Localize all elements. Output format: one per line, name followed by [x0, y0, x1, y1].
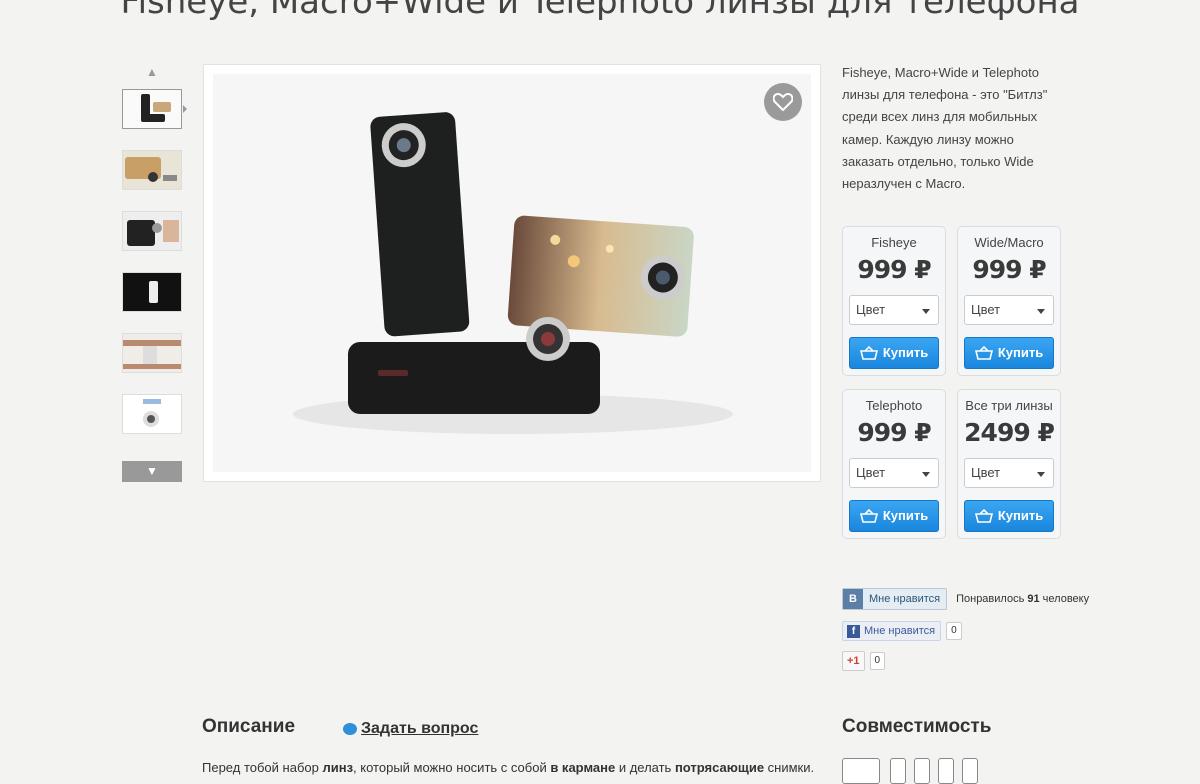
product-description: Fisheye, Macro+Wide и Telephoto линзы дл…	[842, 65, 1048, 192]
product-price: 999 ₽	[857, 255, 931, 284]
thumbnail-image	[123, 334, 181, 372]
thumbnail[interactable]	[122, 394, 182, 434]
color-select[interactable]: Цвет	[964, 295, 1054, 325]
color-select[interactable]: Цвет	[849, 458, 939, 488]
facebook-icon: f	[847, 624, 860, 638]
product-price: 999 ₽	[857, 418, 931, 447]
buy-button-label: Купить	[882, 508, 929, 523]
product-card-fisheye: Fisheye 999 ₽ Цвет Купить	[842, 226, 946, 376]
thumbs-down-arrow[interactable]: ▼	[122, 461, 182, 482]
thumbs-up-arrow[interactable]: ▲	[146, 66, 158, 78]
product-card-wide-macro: Wide/Macro 999 ₽ Цвет Купить	[957, 226, 1061, 376]
product-price: 2499 ₽	[964, 418, 1055, 447]
vk-like-count: Понравилось 91 человеку	[956, 593, 1090, 605]
ask-question-label: Задать вопрос	[361, 720, 479, 737]
facebook-like-count: 0	[946, 622, 962, 640]
product-name: Telephoto	[865, 398, 923, 413]
product-card-telephoto: Telephoto 999 ₽ Цвет Купить	[842, 389, 946, 539]
thumbnail-image	[123, 395, 181, 433]
iphone-icon	[914, 758, 930, 784]
page-title: Fisheye, Macro+Wide и Telephoto линзы дл…	[120, 0, 1080, 22]
product-photo-image	[213, 74, 811, 472]
buy-button[interactable]: Купить	[849, 337, 939, 369]
ipad-icon	[842, 758, 880, 784]
chat-bubble-icon	[343, 723, 357, 735]
vk-like-button[interactable]: B Мне нравится	[842, 588, 948, 610]
basket-icon	[859, 509, 878, 523]
thumbnail-image	[123, 151, 181, 189]
google-plus-count: 0	[869, 652, 886, 670]
google-plus-button[interactable]: +1	[842, 651, 865, 671]
thumbnail[interactable]	[122, 272, 182, 312]
product-name: Fisheye	[871, 235, 917, 250]
product-name: Wide/Macro	[974, 235, 1044, 250]
iphone-icon	[890, 758, 906, 784]
description-body-text: Перед тобой набор линз, который можно но…	[202, 760, 815, 775]
buy-button-label: Купить	[997, 345, 1044, 360]
chevron-down-icon	[922, 472, 930, 477]
iphone-icon	[962, 758, 978, 784]
color-select-value: Цвет	[856, 302, 886, 317]
product-name: Все три линзы	[965, 398, 1053, 413]
buy-button-label: Купить	[997, 508, 1044, 523]
color-select-value: Цвет	[971, 465, 1001, 480]
basket-icon	[859, 346, 878, 360]
vk-like-label: Мне нравится	[869, 593, 941, 605]
thumbnail[interactable]	[122, 211, 182, 251]
favorite-button[interactable]	[764, 83, 802, 121]
thumbnail[interactable]	[122, 150, 182, 190]
buy-button[interactable]: Купить	[964, 500, 1054, 532]
compatibility-heading: Совместимость	[842, 716, 992, 737]
buy-button[interactable]: Купить	[849, 500, 939, 532]
color-select-value: Цвет	[971, 302, 1001, 317]
facebook-like-label: Мне нравится	[864, 625, 936, 637]
product-card-all-three: Все три линзы 2499 ₽ Цвет Купить	[957, 389, 1061, 539]
heart-icon	[773, 93, 793, 111]
thumbnail[interactable]	[122, 333, 182, 373]
color-select[interactable]: Цвет	[849, 295, 939, 325]
vk-logo-icon: B	[843, 589, 863, 609]
thumbnail-image	[123, 273, 181, 311]
iphone-icon	[938, 758, 954, 784]
facebook-like-widget: f Мне нравится 0	[842, 621, 962, 641]
active-thumb-pointer	[183, 105, 187, 113]
buy-button[interactable]: Купить	[964, 337, 1054, 369]
color-select[interactable]: Цвет	[964, 458, 1054, 488]
ask-question-link[interactable]: Задать вопрос	[343, 720, 478, 738]
chevron-down-icon	[1037, 309, 1045, 314]
facebook-like-button[interactable]: f Мне нравится	[842, 621, 942, 641]
chevron-down-icon	[922, 309, 930, 314]
thumbnail-image	[123, 212, 181, 250]
thumbnail[interactable]	[122, 89, 182, 129]
basket-icon	[974, 509, 993, 523]
main-product-photo	[203, 64, 821, 482]
chevron-down-icon	[1037, 472, 1045, 477]
color-select-value: Цвет	[856, 465, 886, 480]
google-plus-widget: +1 0	[842, 651, 886, 671]
product-price: 999 ₽	[972, 255, 1046, 284]
thumbnail-image	[123, 90, 181, 128]
vk-like-widget: B Мне нравится Понравилось 91 человеку	[842, 588, 1089, 610]
basket-icon	[974, 346, 993, 360]
description-heading: Описание	[202, 716, 296, 737]
buy-button-label: Купить	[882, 345, 929, 360]
